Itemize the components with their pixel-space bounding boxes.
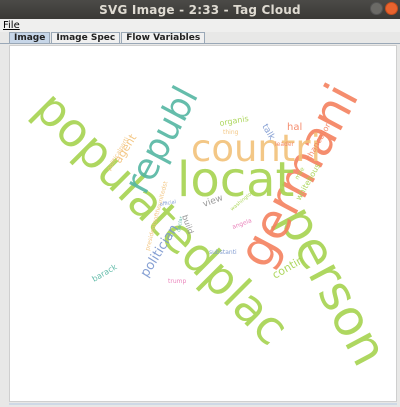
tab-image[interactable]: Image [9,32,51,43]
window-title: SVG Image - 2:33 - Tag Cloud [99,2,301,17]
window-controls [370,2,398,15]
word-trump: trump [168,278,186,285]
tag-cloud: populatedplac person germani locat count… [24,75,396,375]
minimize-button[interactable] [370,2,383,15]
word-countri: countri [191,127,321,170]
image-canvas: populatedplac person germani locat count… [9,45,397,402]
word-substanti: substanti [209,249,237,256]
tab-image-spec[interactable]: Image Spec [51,32,121,43]
word-organis: organis [219,114,250,128]
word-leader: leader [275,141,295,148]
word-thing: thing [223,129,239,136]
word-hal: hal [287,122,302,133]
window-titlebar: SVG Image - 2:33 - Tag Cloud [0,0,400,19]
canvas-bottom-border [9,403,397,405]
close-button[interactable] [385,2,398,15]
menu-file[interactable]: File [3,20,20,31]
word-barack: barack [91,262,119,284]
tab-flow-variables[interactable]: Flow Variables [121,32,206,43]
menu-bar: File [0,19,400,32]
tab-bar: Image Image Spec Flow Variables [0,32,400,44]
